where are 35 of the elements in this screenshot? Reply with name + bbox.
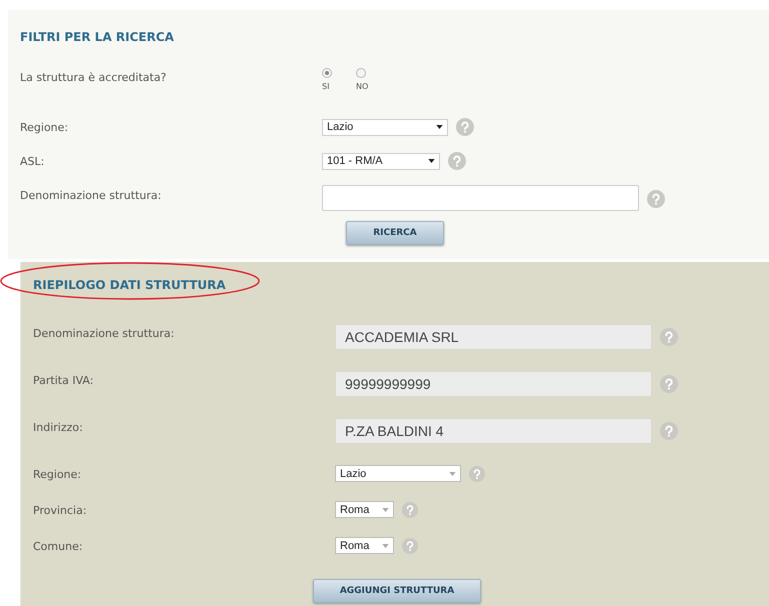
- dropdown[interactable]: Lazio: [322, 118, 448, 136]
- help-icon[interactable]: [469, 466, 485, 482]
- field-label: ASL:: [20, 154, 46, 168]
- help-icon[interactable]: [402, 502, 418, 518]
- field-label: Denominazione struttura:: [20, 188, 162, 202]
- help-icon[interactable]: [647, 190, 665, 208]
- caret-icon: [428, 159, 435, 163]
- dropdown[interactable]: Roma: [335, 537, 394, 554]
- field-label: Regione:: [20, 120, 70, 134]
- help-icon[interactable]: [448, 152, 466, 170]
- help-icon[interactable]: [456, 118, 474, 136]
- field-label: Indirizzo:: [33, 420, 84, 434]
- radio-button[interactable]: [356, 68, 366, 78]
- caret-icon: [382, 544, 389, 548]
- action-button[interactable]: RICERCA: [346, 221, 444, 245]
- action-button[interactable]: AGGIUNGI STRUTTURA: [313, 579, 481, 603]
- field-label: Denominazione struttura:: [33, 326, 176, 340]
- help-icon[interactable]: [402, 538, 418, 554]
- dropdown[interactable]: Roma: [335, 501, 394, 518]
- field-label: Partita IVA:: [33, 373, 94, 387]
- dropdown[interactable]: 101 - RM/A: [322, 152, 440, 170]
- text-field[interactable]: [322, 185, 639, 211]
- caret-icon: [436, 125, 443, 129]
- dropdown[interactable]: Lazio: [335, 465, 461, 482]
- section-title: RIEPILOGO DATI STRUTTURA: [33, 278, 226, 292]
- field-label: Regione:: [33, 467, 82, 481]
- radio-button[interactable]: [322, 68, 332, 78]
- radio-label: NO: [356, 82, 368, 91]
- field-label: La struttura è accreditata?: [20, 70, 168, 84]
- section-title: FILTRI PER LA RICERCA: [20, 30, 174, 44]
- radio-label: SI: [322, 82, 330, 91]
- field-label: Comune:: [33, 539, 84, 553]
- caret-icon: [382, 508, 389, 512]
- caret-icon: [449, 472, 456, 476]
- field-label: Provincia:: [33, 503, 88, 517]
